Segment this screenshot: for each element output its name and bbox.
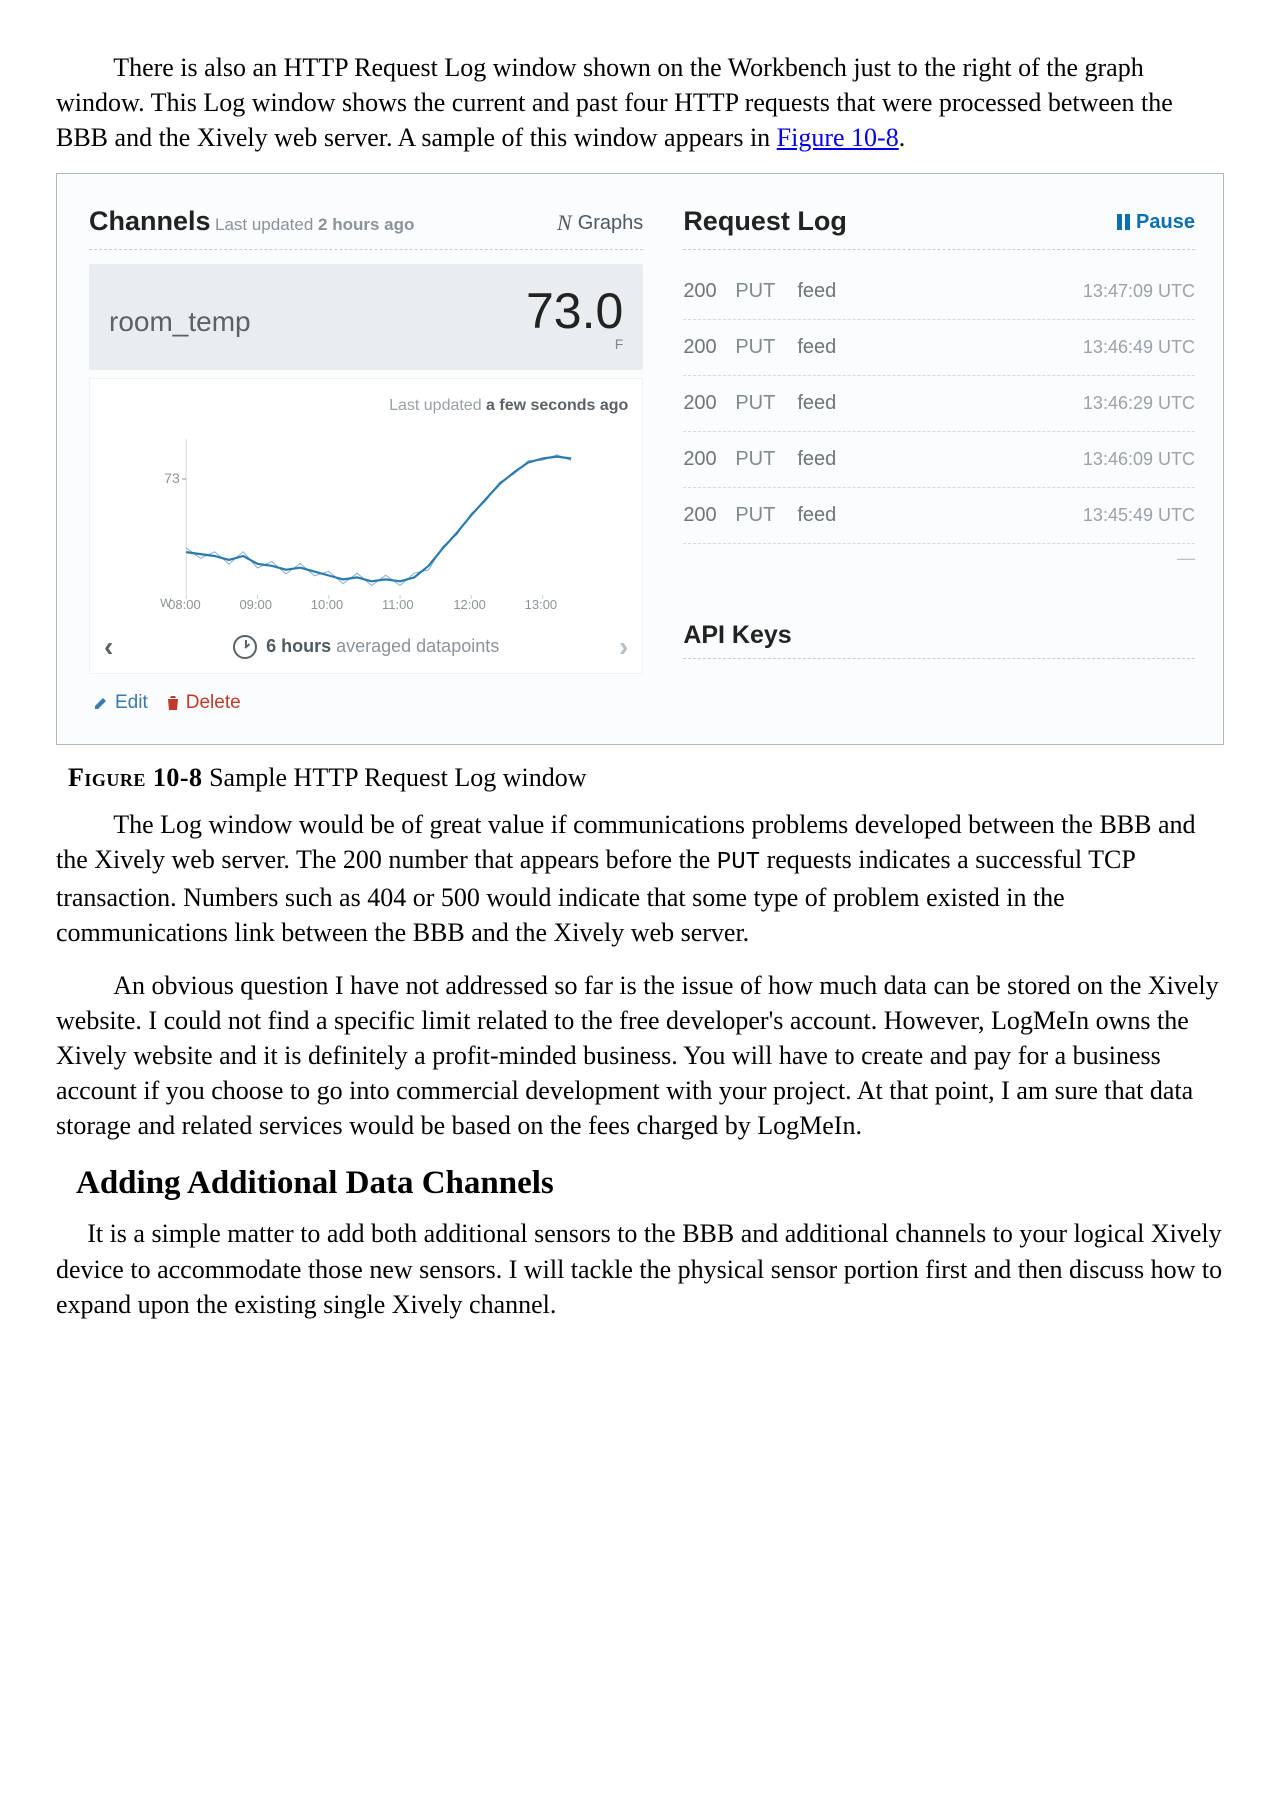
log-target: feed [797,504,1083,527]
log-row[interactable]: 200PUTfeed13:46:09 UTC [683,432,1195,488]
text: There is also an HTTP Request Log window… [56,53,1173,152]
log-more-indicator: — [683,544,1195,597]
text: . [899,123,906,152]
log-status-code: 200 [683,448,735,471]
code-text: PUT [717,849,760,876]
log-timestamp: 13:46:09 UTC [1083,449,1195,470]
log-timestamp: 13:47:09 UTC [1083,281,1195,302]
log-method: PUT [735,392,797,415]
clock-icon [233,635,257,659]
figure-caption: Figure 10-8 Sample HTTP Request Log wind… [68,763,1224,793]
pause-label: Pause [1136,211,1195,234]
chevron-right-icon[interactable]: › [619,631,628,663]
delete-button[interactable]: Delete [166,692,241,714]
text: a few seconds ago [486,397,628,414]
section-heading: Adding Additional Data Channels [76,1165,1224,1202]
chart-area: Last updated a few seconds ago 73 08:00 0… [89,378,643,674]
x-tick: 08:00 [168,597,201,612]
api-keys-heading: API Keys [683,615,1195,659]
chevron-left-icon[interactable]: ‹ [104,631,113,663]
paragraph: It is a simple matter to add both additi… [56,1216,1224,1321]
chart-range[interactable]: 6 hours averaged datapoints [233,635,499,659]
log-status-code: 200 [683,392,735,415]
channels-title: Channels [89,206,211,236]
text: 2 hours ago [318,215,414,234]
x-tick: 11:00 [382,597,414,612]
graphs-button[interactable]: N Graphs [557,210,643,236]
x-tick: 13:00 [525,597,558,612]
log-target: feed [797,392,1083,415]
log-method: PUT [735,448,797,471]
log-status-code: 200 [683,504,735,527]
trash-icon [166,695,180,711]
log-method: PUT [735,504,797,527]
text: Last updated [215,215,318,234]
request-log-panel: Request Log Pause 200PUTfeed13:47:09 UTC… [663,174,1223,744]
log-method: PUT [735,280,797,303]
paragraph: There is also an HTTP Request Log window… [56,50,1224,155]
caption-text: Sample HTTP Request Log window [203,763,587,792]
log-row[interactable]: 200PUTfeed13:46:49 UTC [683,320,1195,376]
x-tick: 10:00 [311,597,344,612]
y-tick: 73 [164,470,180,486]
figure-10-8: Channels Last updated 2 hours ago N Grap… [56,173,1224,745]
log-row[interactable]: 200PUTfeed13:47:09 UTC [683,264,1195,320]
chart-line [186,457,571,582]
request-log-title: Request Log [683,206,847,237]
chart-jitter [186,455,571,586]
pencil-icon [93,695,109,711]
log-row[interactable]: 200PUTfeed13:46:29 UTC [683,376,1195,432]
log-timestamp: 13:46:29 UTC [1083,393,1195,414]
channel-name: room_temp [109,306,251,338]
paragraph: An obvious question I have not addressed… [56,968,1224,1143]
log-target: feed [797,336,1083,359]
line-chart: 73 08:00 09:00 10:00 11:00 12:00 13:00 W [104,425,628,625]
log-timestamp: 13:46:49 UTC [1083,337,1195,358]
x-tick: 09:00 [239,597,272,612]
chart-updated: Last updated a few seconds ago [104,397,628,415]
x-tick: 12:00 [453,597,486,612]
delete-label: Delete [186,692,241,714]
text: averaged datapoints [331,636,499,656]
log-timestamp: 13:45:49 UTC [1083,505,1195,526]
figure-link[interactable]: Figure 10-8 [777,123,899,152]
paragraph: The Log window would be of great value i… [56,807,1224,950]
chart-nav: ‹ 6 hours averaged datapoints › [104,631,628,663]
channels-subtitle: Last updated 2 hours ago [215,215,414,234]
edit-button[interactable]: Edit [93,692,148,714]
log-target: feed [797,448,1083,471]
pause-icon [1117,214,1130,230]
graphs-label: Graphs [578,212,644,235]
x-left-label: W [160,596,172,610]
log-status-code: 200 [683,336,735,359]
caption-label: Figure 10-8 [68,763,203,792]
log-method: PUT [735,336,797,359]
log-target: feed [797,280,1083,303]
channel-card[interactable]: room_temp 73.0 F [89,264,643,370]
text: 6 hours [266,636,331,656]
graphs-icon: N [557,210,572,236]
pause-button[interactable]: Pause [1117,211,1195,234]
log-row[interactable]: 200PUTfeed13:45:49 UTC [683,488,1195,544]
log-status-code: 200 [683,280,735,303]
channels-panel: Channels Last updated 2 hours ago N Grap… [57,174,663,744]
channel-value: 73.0 [526,286,623,336]
edit-label: Edit [115,692,148,714]
text: Last updated [389,397,486,414]
